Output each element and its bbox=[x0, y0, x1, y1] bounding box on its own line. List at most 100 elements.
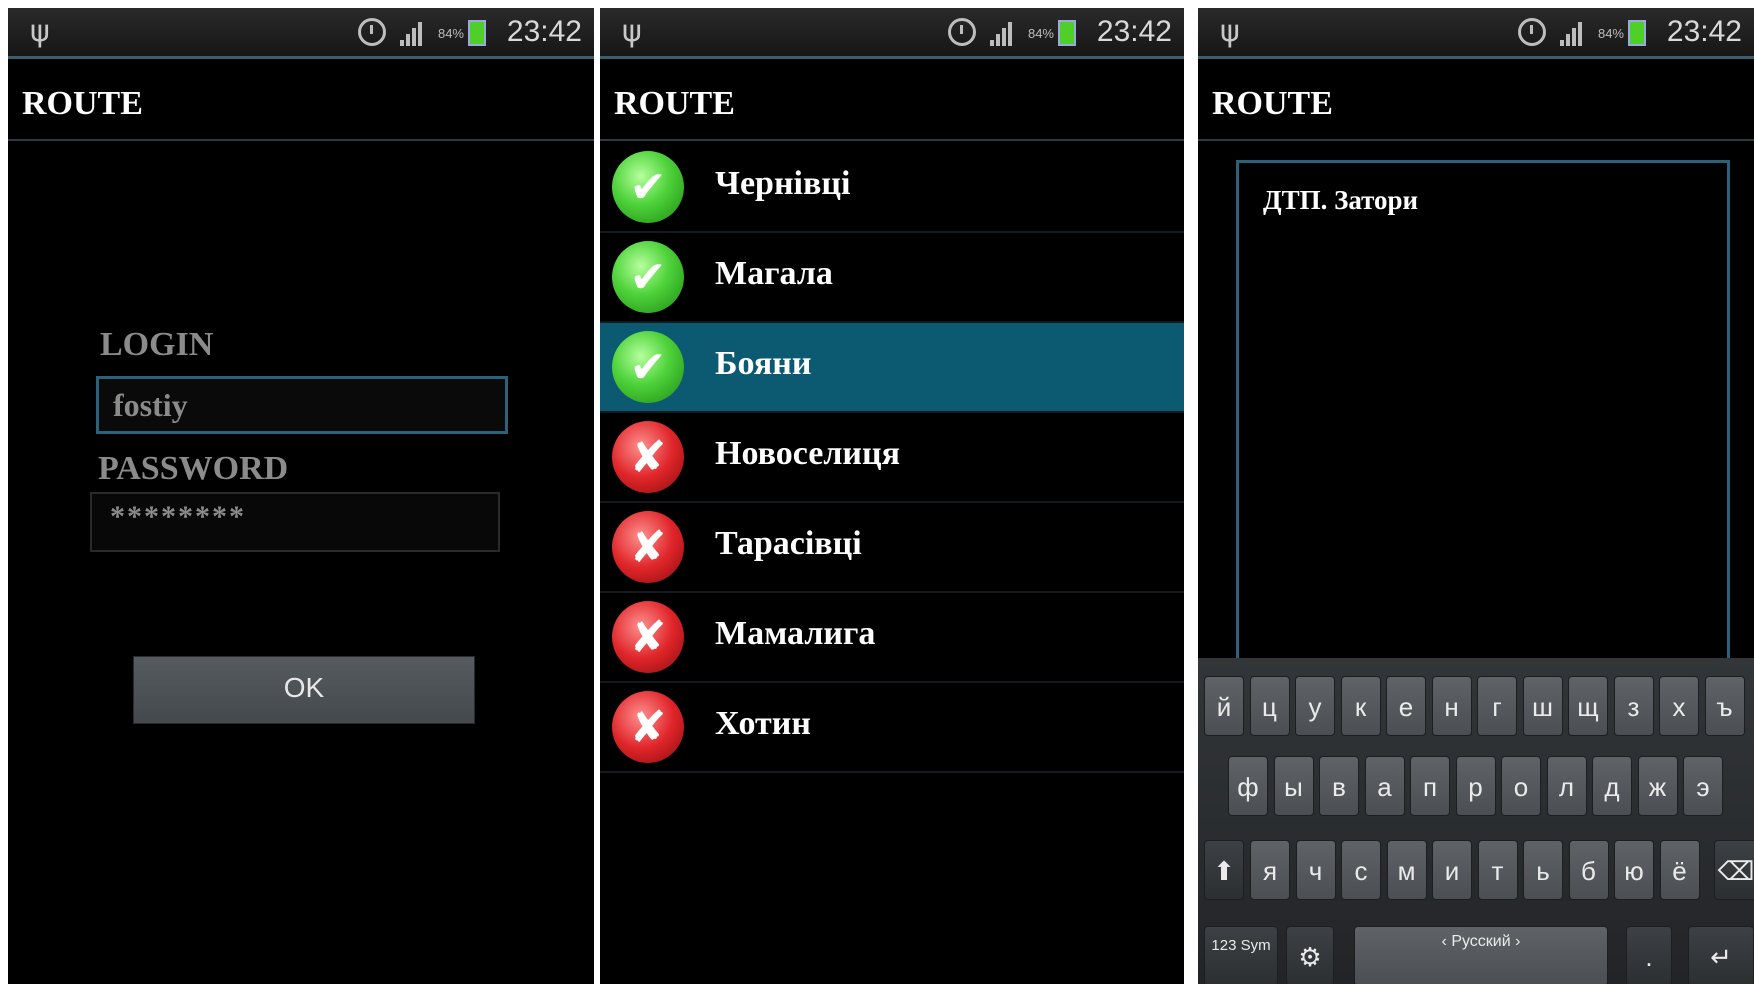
cross-icon: ✘ bbox=[612, 691, 684, 763]
keyboard-row-4: 123 Sym ⚙ ‹ Русский › . ↵ bbox=[1198, 926, 1754, 984]
keyboard-row-3: ⬆ ⌫ ячсмитьбюё bbox=[1198, 840, 1754, 902]
key[interactable]: к bbox=[1340, 676, 1381, 736]
usb-icon: ψ bbox=[1220, 14, 1240, 49]
key[interactable]: а bbox=[1364, 756, 1405, 816]
battery-icon bbox=[1628, 20, 1646, 46]
key[interactable]: с bbox=[1341, 840, 1381, 900]
key[interactable]: э bbox=[1683, 756, 1723, 816]
signal-icon bbox=[1560, 22, 1586, 46]
route-list-screen: ψ 84% 23:42 ROUTE ✔ Чернівці ✔ Магала ✔ … bbox=[600, 8, 1184, 984]
battery-icon bbox=[468, 20, 486, 46]
usb-icon: ψ bbox=[622, 14, 642, 49]
login-input[interactable]: fostiy bbox=[96, 376, 508, 434]
route-item-name: Мамалига bbox=[715, 615, 876, 652]
key[interactable]: х bbox=[1659, 676, 1699, 736]
ok-button[interactable]: OK bbox=[133, 656, 475, 724]
route-item[interactable]: ✘ Хотин bbox=[600, 683, 1184, 773]
key[interactable]: ё bbox=[1659, 840, 1700, 900]
key[interactable]: р bbox=[1455, 756, 1496, 816]
key[interactable]: ф bbox=[1228, 756, 1268, 816]
key[interactable]: о bbox=[1501, 756, 1541, 816]
key[interactable]: я bbox=[1250, 840, 1290, 900]
app-title: ROUTE bbox=[1198, 59, 1754, 141]
key[interactable]: ш bbox=[1522, 676, 1563, 736]
key[interactable]: м bbox=[1386, 840, 1427, 900]
keyboard: йцукенгшщзхъ фывапролджэ ⬆ ⌫ ячсмитьбюё … bbox=[1198, 658, 1754, 984]
cross-icon: ✘ bbox=[612, 421, 684, 493]
shift-key[interactable]: ⬆ bbox=[1204, 840, 1244, 900]
check-icon: ✔ bbox=[612, 331, 684, 403]
key[interactable]: б bbox=[1568, 840, 1609, 900]
battery-percent: 84% bbox=[1597, 26, 1624, 41]
key[interactable]: ж bbox=[1637, 756, 1678, 816]
clock: 23:42 bbox=[506, 15, 582, 48]
login-label: LOGIN bbox=[100, 326, 214, 363]
key[interactable]: з bbox=[1613, 676, 1654, 736]
key[interactable]: п bbox=[1410, 756, 1450, 816]
route-item[interactable]: ✔ Чернівці bbox=[600, 143, 1184, 233]
status-bar: ψ 84% 23:42 bbox=[600, 8, 1184, 59]
key[interactable]: ы bbox=[1273, 756, 1314, 816]
password-label: PASSWORD bbox=[98, 450, 289, 487]
route-item-name: Новоселиця bbox=[715, 435, 900, 472]
key[interactable]: н bbox=[1431, 676, 1472, 736]
cross-icon: ✘ bbox=[612, 511, 684, 583]
key[interactable]: ц bbox=[1249, 676, 1290, 736]
notes-text: ДТП. Затори bbox=[1263, 185, 1419, 215]
key[interactable]: и bbox=[1432, 840, 1472, 900]
keyboard-row-2: фывапролджэ bbox=[1198, 756, 1754, 818]
gear-icon[interactable]: ⚙ bbox=[1286, 926, 1334, 984]
check-icon: ✔ bbox=[612, 151, 684, 223]
notes-screen: ψ 84% 23:42 ROUTE ДТП. Затори йцукенгшщз… bbox=[1198, 8, 1754, 984]
route-item-selected[interactable]: ✔ Бояни bbox=[600, 323, 1184, 413]
backspace-key[interactable]: ⌫ bbox=[1714, 840, 1754, 900]
key[interactable]: щ bbox=[1568, 676, 1608, 736]
cross-icon: ✘ bbox=[612, 601, 684, 673]
notes-textarea[interactable]: ДТП. Затори bbox=[1236, 160, 1730, 680]
clock: 23:42 bbox=[1666, 15, 1742, 48]
keyboard-row-1: йцукенгшщзхъ bbox=[1198, 676, 1754, 738]
route-item-name: Тарасівці bbox=[715, 525, 862, 562]
key[interactable]: е bbox=[1386, 676, 1426, 736]
signal-icon bbox=[400, 22, 426, 46]
app-title: ROUTE bbox=[8, 59, 594, 141]
route-item-name: Бояни bbox=[715, 345, 812, 382]
key[interactable]: ъ bbox=[1704, 676, 1745, 736]
key[interactable]: т bbox=[1477, 840, 1518, 900]
key[interactable]: д bbox=[1592, 756, 1632, 816]
route-item-name: Хотин bbox=[715, 705, 811, 742]
key[interactable]: ь bbox=[1523, 840, 1563, 900]
battery-percent: 84% bbox=[1027, 26, 1054, 41]
route-item-name: Магала bbox=[715, 255, 833, 292]
route-item[interactable]: ✘ Новоселиця bbox=[600, 413, 1184, 503]
alarm-icon bbox=[358, 18, 386, 46]
status-bar: ψ 84% 23:42 bbox=[1198, 8, 1754, 59]
key[interactable]: г bbox=[1477, 676, 1517, 736]
alarm-icon bbox=[1518, 18, 1546, 46]
key[interactable]: в bbox=[1319, 756, 1359, 816]
battery-icon bbox=[1058, 20, 1076, 46]
login-screen: ψ 84% 23:42 ROUTE LOGIN fostiy PASSWORD … bbox=[8, 8, 594, 984]
space-key[interactable]: ‹ Русский › bbox=[1354, 926, 1608, 984]
key[interactable]: й bbox=[1204, 676, 1244, 736]
route-item[interactable]: ✔ Магала bbox=[600, 233, 1184, 323]
space-label: Русский bbox=[1451, 933, 1511, 950]
key[interactable]: ч bbox=[1295, 840, 1336, 900]
key[interactable]: у bbox=[1295, 676, 1335, 736]
clock: 23:42 bbox=[1096, 15, 1172, 48]
alarm-icon bbox=[948, 18, 976, 46]
key[interactable]: л bbox=[1546, 756, 1587, 816]
password-input[interactable]: ******** bbox=[90, 492, 500, 552]
app-title: ROUTE bbox=[600, 59, 1184, 141]
route-item[interactable]: ✘ Мамалига bbox=[600, 593, 1184, 683]
signal-icon bbox=[990, 22, 1016, 46]
route-list: ✔ Чернівці ✔ Магала ✔ Бояни ✘ Новоселиця… bbox=[600, 143, 1184, 773]
sym-key[interactable]: 123 Sym bbox=[1204, 926, 1278, 984]
usb-icon: ψ bbox=[30, 14, 50, 49]
route-item[interactable]: ✘ Тарасівці bbox=[600, 503, 1184, 593]
key[interactable]: ю bbox=[1614, 840, 1654, 900]
period-key[interactable]: . bbox=[1626, 926, 1672, 984]
route-item-name: Чернівці bbox=[715, 165, 851, 202]
enter-key[interactable]: ↵ bbox=[1688, 926, 1754, 984]
status-bar: ψ 84% 23:42 bbox=[8, 8, 594, 59]
